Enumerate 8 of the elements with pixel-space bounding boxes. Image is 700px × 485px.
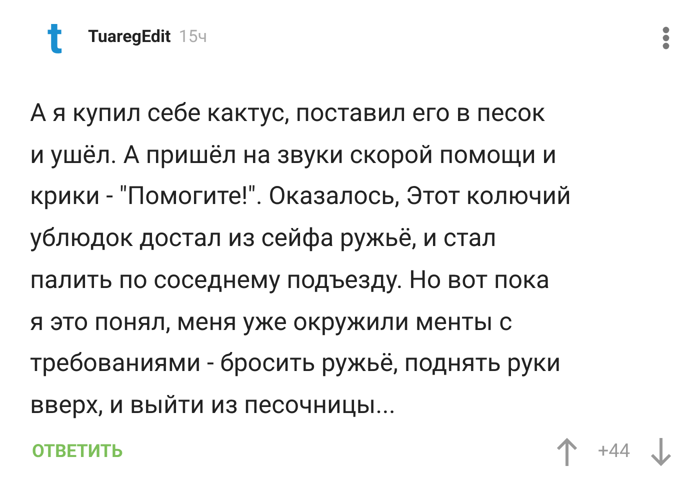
downvote-arrow-icon[interactable]: [650, 436, 672, 467]
upvote-arrow-icon[interactable]: [556, 436, 578, 467]
author-name[interactable]: TuaregEdit: [88, 25, 171, 51]
comment-text: А я купил себе кактус, поставил его в песок и ушёл. А пришёл на звуки скорой помощи и крики - "Помогите!". Оказалось, Этот колючий ублюдок достал из сейфа ружьё, и стал палить по соседнему подъезду. Но вот пока я это понял, меня уже окружили менты с требованиями - бросить ружьё, поднять руки вверх, и выйти из песочницы...: [29, 98, 572, 422]
rating: +44: [598, 438, 630, 464]
comment-time: 15ч: [178, 26, 208, 50]
more-icon[interactable]: [662, 26, 670, 50]
avatar-logo: t: [46, 16, 64, 60]
